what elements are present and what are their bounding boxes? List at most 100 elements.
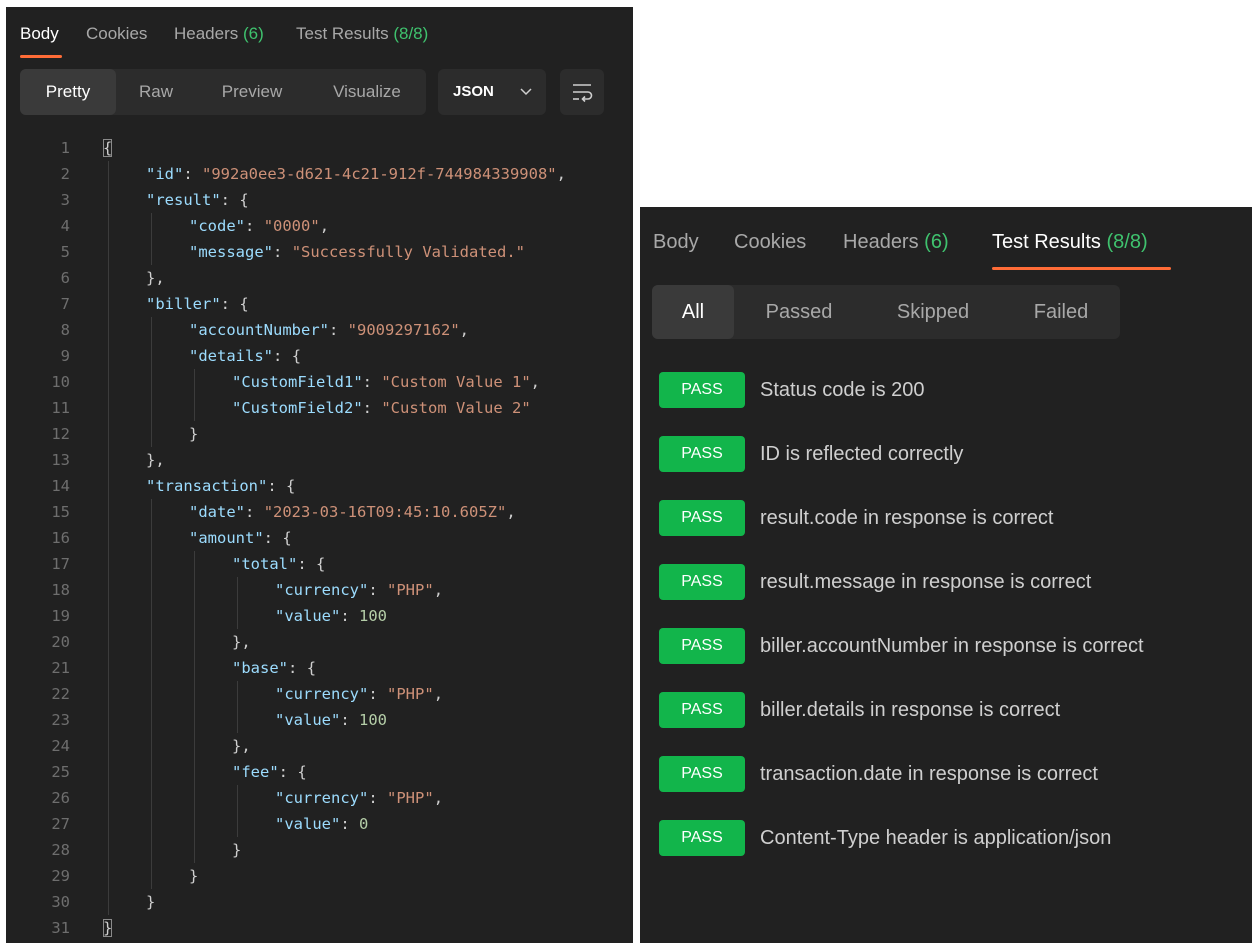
code-text: "currency": "PHP", xyxy=(275,789,444,807)
pass-badge: PASS xyxy=(659,692,745,728)
code-line: 16 "amount": { xyxy=(6,525,633,551)
test-name: result.message in response is correct xyxy=(760,571,1092,593)
line-number: 11 xyxy=(51,399,70,417)
filter-passed[interactable]: Passed xyxy=(734,285,864,339)
line-number: 29 xyxy=(51,867,70,885)
format-dropdown[interactable]: JSON xyxy=(438,69,546,115)
indent-guide xyxy=(151,499,152,889)
code-text: } xyxy=(189,425,199,443)
line-number: 22 xyxy=(51,685,70,703)
code-line: 12} xyxy=(6,421,633,447)
line-number: 27 xyxy=(51,815,70,833)
headers-count: (6) xyxy=(243,24,264,43)
code-line: 8 "accountNumber": "9009297162", xyxy=(6,317,633,343)
tab-headers[interactable]: Headers (6) xyxy=(174,24,264,44)
tab-body[interactable]: Body xyxy=(653,231,699,254)
line-number: 15 xyxy=(51,503,70,521)
tab-test-results-label: Test Results xyxy=(296,24,389,43)
pass-badge: PASS xyxy=(659,564,745,600)
code-text: "biller": { xyxy=(146,295,249,313)
code-line: 9 "details": { xyxy=(6,343,633,369)
code-line: 28} xyxy=(6,837,633,863)
tab-body-label: Body xyxy=(20,24,59,43)
code-text: } xyxy=(189,867,199,885)
indent-guide xyxy=(194,551,195,863)
headers-count: (6) xyxy=(924,231,949,253)
line-number: 24 xyxy=(51,737,70,755)
line-number: 5 xyxy=(60,243,70,261)
code-text: "base": { xyxy=(232,659,317,677)
code-line: 5 "message": "Successfully Validated." xyxy=(6,239,633,265)
line-number: 25 xyxy=(51,763,70,781)
code-text: } xyxy=(146,893,156,911)
tab-cookies[interactable]: Cookies xyxy=(734,231,806,254)
code-text: "value": 100 xyxy=(275,607,388,625)
line-number: 8 xyxy=(60,321,70,339)
tab-test-results-label: Test Results xyxy=(992,231,1101,253)
code-line: 6}, xyxy=(6,265,633,291)
line-number: 3 xyxy=(60,191,70,209)
preview-button[interactable]: Preview xyxy=(196,69,308,115)
line-number: 9 xyxy=(60,347,70,365)
code-text: "code": "0000", xyxy=(189,217,330,235)
code-text: }, xyxy=(146,269,165,287)
pass-badge: PASS xyxy=(659,436,745,472)
tab-headers-label: Headers xyxy=(843,231,919,253)
tab-cookies[interactable]: Cookies xyxy=(86,24,147,44)
result-filter: All Passed Skipped Failed xyxy=(652,285,1120,339)
code-line: 24}, xyxy=(6,733,633,759)
code-text: "date": "2023-03-16T09:45:10.605Z", xyxy=(189,503,516,521)
test-name: biller.accountNumber in response is corr… xyxy=(760,635,1144,657)
test-name: result.code in response is correct xyxy=(760,507,1054,529)
filter-skipped[interactable]: Skipped xyxy=(864,285,1002,339)
tab-test-results[interactable]: Test Results (8/8) xyxy=(992,231,1148,254)
code-line: 4 "code": "0000", xyxy=(6,213,633,239)
code-line: 26 "currency": "PHP", xyxy=(6,785,633,811)
wrap-lines-icon xyxy=(573,84,593,103)
raw-button[interactable]: Raw xyxy=(116,69,196,115)
line-number: 6 xyxy=(60,269,70,287)
line-number: 1 xyxy=(60,139,70,157)
code-text: "currency": "PHP", xyxy=(275,685,444,703)
visualize-button[interactable]: Visualize xyxy=(308,69,426,115)
code-line: 30} xyxy=(6,889,633,915)
code-text: "CustomField1": "Custom Value 1", xyxy=(232,373,540,391)
pretty-button[interactable]: Pretty xyxy=(20,69,116,115)
filter-all[interactable]: All xyxy=(652,285,734,339)
response-tabs: Body Cookies Headers (6) Test Results (8… xyxy=(6,7,633,59)
pass-badge: PASS xyxy=(659,820,745,856)
line-number: 21 xyxy=(51,659,70,677)
line-number: 7 xyxy=(60,295,70,313)
test-results-count: (8/8) xyxy=(393,24,429,43)
code-line: 1{ xyxy=(6,135,633,161)
code-text: "message": "Successfully Validated." xyxy=(189,243,525,261)
indent-guide xyxy=(194,369,195,421)
tab-headers[interactable]: Headers (6) xyxy=(843,231,949,254)
view-mode-switcher: Pretty Raw Preview Visualize xyxy=(20,69,426,115)
line-number: 18 xyxy=(51,581,70,599)
wrap-lines-button[interactable] xyxy=(560,69,604,115)
line-number: 20 xyxy=(51,633,70,651)
line-number: 19 xyxy=(51,607,70,625)
filter-failed[interactable]: Failed xyxy=(1002,285,1120,339)
test-name: Status code is 200 xyxy=(760,379,925,401)
tab-test-results[interactable]: Test Results (8/8) xyxy=(296,24,428,44)
indent-guide xyxy=(237,577,238,629)
line-number: 4 xyxy=(60,217,70,235)
code-text: }, xyxy=(232,737,251,755)
code-text: }, xyxy=(232,633,251,651)
tab-body[interactable]: Body xyxy=(20,24,59,44)
indent-guide xyxy=(151,213,152,265)
test-name: transaction.date in response is correct xyxy=(760,763,1098,785)
response-viewer-right: Body Cookies Headers (6) Test Results (8… xyxy=(640,207,1252,943)
code-text: } xyxy=(103,919,113,937)
code-text: { xyxy=(103,139,113,157)
code-line: 19 "value": 100 xyxy=(6,603,633,629)
code-line: 7 "biller": { xyxy=(6,291,633,317)
code-line: 13}, xyxy=(6,447,633,473)
code-line: 27 "value": 0 xyxy=(6,811,633,837)
tab-cookies-label: Cookies xyxy=(86,24,148,43)
code-line: 14 "transaction": { xyxy=(6,473,633,499)
indent-guide xyxy=(237,681,238,733)
code-line: 2 "id": "992a0ee3-d621-4c21-912f-74498433… xyxy=(6,161,633,187)
